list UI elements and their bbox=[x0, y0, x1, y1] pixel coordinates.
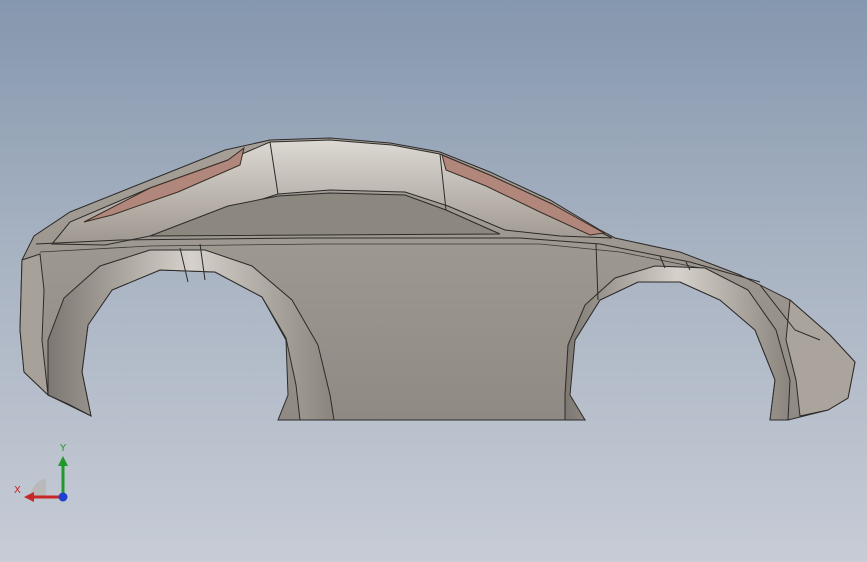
triad-x-label: X bbox=[14, 485, 21, 496]
car-body-model[interactable] bbox=[0, 0, 867, 562]
triad-y-label: Y bbox=[60, 443, 67, 454]
graphics-area[interactable]: Y X bbox=[0, 0, 867, 562]
coordinate-triad: Y X bbox=[14, 440, 74, 510]
